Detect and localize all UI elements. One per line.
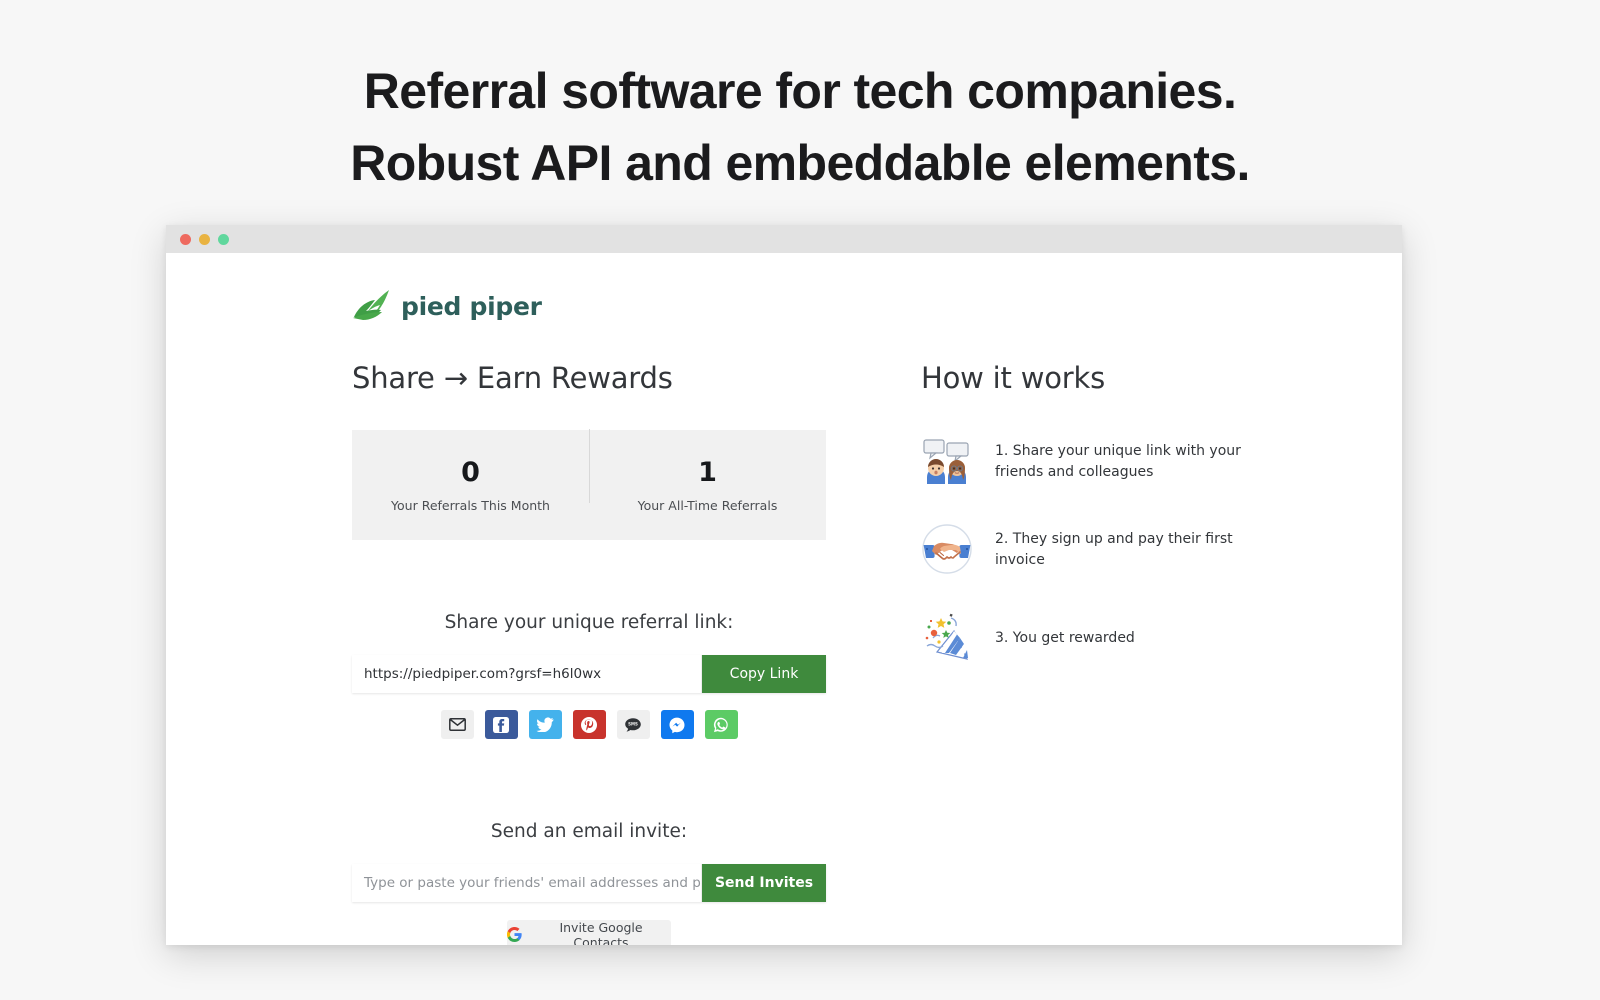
social-share-row: SMS [352,710,826,739]
share-panel: Share → Earn Rewards 0 Your Referrals Th… [352,361,826,945]
share-via-whatsapp-button[interactable] [704,710,738,739]
headline-line-2: Robust API and embeddable elements. [350,135,1250,191]
how-it-works-step: 3. You get rewarded [921,611,1311,663]
stat-referrals-this-month: 0 Your Referrals This Month [352,457,589,513]
whatsapp-icon [713,717,728,732]
pinterest-icon [581,716,597,733]
share-via-pinterest-button[interactable] [572,710,606,739]
brand-logo[interactable]: pied piper [166,275,1402,337]
share-link-row: https://piedpiper.com?grsf=h6l0wx Copy L… [352,655,826,693]
svg-text:SMS: SMS [628,721,638,726]
invite-google-contacts-label: Invite Google Contacts [559,919,643,946]
copy-link-button[interactable]: Copy Link [702,655,826,693]
how-it-works-step-text: 3. You get rewarded [995,630,1135,646]
email-invite-block: Send an email invite: Type or paste your… [352,821,826,945]
twitter-icon [536,717,554,732]
invite-google-contacts-button[interactable]: Invite Google Contacts [507,920,671,945]
page-headline: Referral software for tech companies. Ro… [0,0,1600,199]
how-it-works-step-text: 1. Share your unique link with your frie… [995,443,1241,480]
share-via-twitter-button[interactable] [528,710,562,739]
share-via-facebook-button[interactable] [484,710,518,739]
email-addresses-input[interactable]: Type or paste your friends' email addres… [352,864,702,902]
messenger-icon [669,717,685,733]
stat-value: 0 [461,457,480,488]
party-popper-icon [921,611,973,663]
stat-label: Your All-Time Referrals [637,498,778,513]
how-it-works-steps: 1. Share your unique link with your frie… [921,435,1311,663]
how-it-works-step-text: 2. They sign up and pay their first invo… [995,531,1233,568]
referral-stats-box: 0 Your Referrals This Month 1 Your All-T… [352,429,826,540]
sms-bubble-icon: SMS [625,717,641,732]
how-it-works-step: 2. They sign up and pay their first invo… [921,523,1311,575]
minimize-window-dot[interactable] [199,233,210,245]
send-invites-button[interactable]: Send Invites [702,864,826,902]
stat-label: Your Referrals This Month [391,498,550,513]
facebook-icon [493,716,509,733]
stat-all-time-referrals: 1 Your All-Time Referrals [589,429,826,513]
browser-titlebar [166,225,1402,253]
share-panel-title: Share → Earn Rewards [352,361,673,395]
email-invite-label: Send an email invite: [490,821,688,842]
share-link-label: Share your unique referral link: [444,612,734,633]
speaking-heads-icon [921,435,973,487]
share-via-email-button[interactable] [440,710,474,739]
how-it-works-title: How it works [921,361,1106,395]
how-it-works-step: 1. Share your unique link with your frie… [921,435,1311,487]
google-g-icon [507,927,522,942]
maximize-window-dot[interactable] [218,233,229,245]
content-columns: Share → Earn Rewards 0 Your Referrals Th… [166,337,1402,945]
how-it-works-panel: How it works 1. Share your unique link w… [921,361,1311,945]
share-link-block: Share your unique referral link: https:/… [352,612,826,739]
browser-viewport: pied piper Share → Earn Rewards 0 Your R… [166,253,1402,945]
share-via-messenger-button[interactable] [660,710,694,739]
handshake-icon [921,523,973,575]
email-invite-row: Type or paste your friends' email addres… [352,864,826,902]
leaf-icon [353,290,389,320]
share-via-sms-button[interactable]: SMS [616,710,650,739]
brand-name: pied piper [401,291,542,321]
close-window-dot[interactable] [180,233,191,245]
referral-link-input[interactable]: https://piedpiper.com?grsf=h6l0wx [352,655,702,693]
envelope-icon [448,718,466,731]
stat-value: 1 [698,457,717,488]
browser-window-mockup: pied piper Share → Earn Rewards 0 Your R… [166,225,1402,945]
headline-line-1: Referral software for tech companies. [363,63,1237,119]
